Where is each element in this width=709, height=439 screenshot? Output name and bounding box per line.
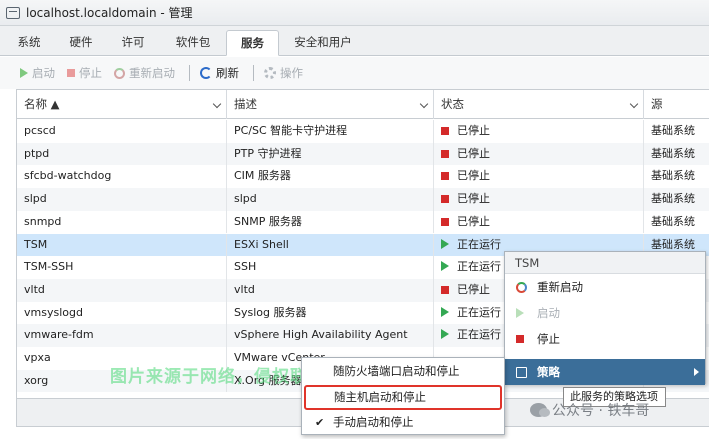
- cell-status: 已停止: [434, 210, 644, 234]
- toolbar-separator: [189, 65, 190, 81]
- menu-item-restart[interactable]: 重新启动: [505, 274, 705, 300]
- column-header-status[interactable]: 状态: [434, 90, 644, 119]
- context-menu-header: TSM: [505, 252, 705, 274]
- policy-icon: [516, 367, 527, 378]
- tab-bar: 系统 硬件 许可 软件包 服务 安全和用户: [0, 26, 709, 56]
- table-row[interactable]: snmpd SNMP 服务器 已停止 基础系统: [17, 210, 709, 234]
- table-header: 名称 ▲ 描述 状态 源: [17, 90, 709, 119]
- cell-status: 已停止: [434, 165, 644, 189]
- cell-source: 基础系统: [651, 169, 695, 183]
- menu-item-policy[interactable]: 策略: [505, 359, 705, 385]
- toolbar-separator: [253, 65, 254, 81]
- cell-name: snmpd: [17, 210, 227, 234]
- host-icon: [6, 6, 20, 19]
- actions-button[interactable]: 操作: [264, 65, 303, 81]
- title-bar: localhost.localdomain - 管理: [0, 0, 709, 26]
- table-row[interactable]: pcscd PC/SC 智能卡守护进程 已停止 基础系统: [17, 120, 709, 143]
- stop-icon: [67, 69, 75, 77]
- table-row[interactable]: slpd slpd 已停止 基础系统: [17, 188, 709, 211]
- column-header-name[interactable]: 名称 ▲: [17, 90, 227, 119]
- cell-description: SNMP 服务器: [227, 210, 434, 234]
- cell-description: vltd: [227, 278, 434, 302]
- play-icon: [516, 308, 524, 318]
- cell-name: slpd: [17, 188, 227, 211]
- table-row[interactable]: sfcbd-watchdog CIM 服务器 已停止 基础系统: [17, 165, 709, 189]
- cell-name: ptpd: [17, 142, 227, 166]
- menu-item-start[interactable]: 启动: [505, 300, 705, 326]
- chevron-down-icon[interactable]: [629, 99, 639, 109]
- wechat-watermark: 公众号 · 铁车哥: [530, 400, 649, 420]
- cell-source: 基础系统: [651, 146, 695, 160]
- tab-hardware[interactable]: 硬件: [60, 30, 102, 56]
- refresh-button[interactable]: 刷新: [200, 65, 239, 81]
- policy-option-host[interactable]: 随主机启动和停止: [304, 385, 502, 410]
- context-menu: TSM 重新启动 启动 停止 策略: [504, 251, 706, 385]
- stopped-icon: [441, 285, 449, 294]
- cell-name: pcscd: [17, 120, 227, 143]
- cell-description: slpd: [227, 188, 434, 211]
- stopped-icon: [441, 195, 449, 204]
- cell-status: 已停止: [434, 188, 644, 211]
- window-title: localhost.localdomain - 管理: [26, 6, 193, 20]
- restart-icon: [114, 67, 125, 79]
- cell-description: Syslog 服务器: [227, 301, 434, 325]
- cell-source: 基础系统: [651, 214, 695, 228]
- policy-submenu: 随防火墙端口启动和停止 随主机启动和停止 ✔ 手动启动和停止: [301, 357, 505, 435]
- cell-description: SSH: [227, 256, 434, 279]
- stop-icon: [516, 335, 524, 343]
- policy-option-manual[interactable]: ✔ 手动启动和停止: [302, 410, 504, 435]
- cell-status: 已停止: [434, 120, 644, 143]
- stopped-icon: [441, 172, 449, 181]
- cell-description: PTP 守护进程: [227, 142, 434, 166]
- tab-license[interactable]: 许可: [112, 30, 154, 56]
- cell-description: CIM 服务器: [227, 165, 434, 189]
- tab-packages[interactable]: 软件包: [166, 30, 220, 56]
- refresh-icon: [200, 67, 212, 79]
- wechat-icon: [530, 403, 550, 417]
- cell-name: vmware-fdm: [17, 324, 227, 347]
- restart-icon: [516, 282, 527, 293]
- running-icon: [441, 261, 449, 272]
- cell-name: TSM: [17, 233, 227, 257]
- tab-services[interactable]: 服务: [226, 30, 279, 56]
- stopped-icon: [441, 217, 449, 226]
- cell-name: sfcbd-watchdog: [17, 165, 227, 189]
- start-button[interactable]: 启动: [20, 65, 55, 81]
- chevron-down-icon[interactable]: [419, 99, 429, 109]
- cell-name: TSM-SSH: [17, 256, 227, 279]
- cell-name: vmsyslogd: [17, 301, 227, 325]
- cell-description: PC/SC 智能卡守护进程: [227, 120, 434, 143]
- cell-name: vltd: [17, 278, 227, 302]
- tab-security-users[interactable]: 安全和用户: [288, 30, 358, 56]
- running-icon: [441, 329, 449, 340]
- checkmark-icon: ✔: [315, 416, 325, 429]
- cell-status: 已停止: [434, 142, 644, 166]
- running-icon: [441, 306, 449, 317]
- policy-option-firewall[interactable]: 随防火墙端口启动和停止: [302, 359, 504, 384]
- column-header-description[interactable]: 描述: [227, 90, 434, 119]
- chevron-down-icon[interactable]: [212, 99, 222, 109]
- cell-name: vpxa: [17, 347, 227, 370]
- cell-source: 基础系统: [651, 124, 695, 137]
- play-icon: [20, 68, 28, 78]
- cell-description: ESXi Shell: [227, 233, 434, 257]
- stopped-icon: [441, 127, 449, 135]
- running-icon: [441, 238, 449, 249]
- cell-description: vSphere High Availability Agent: [227, 324, 434, 347]
- toolbar: 启动 停止 重新启动 刷新 操作: [0, 57, 709, 89]
- gear-icon: [264, 67, 276, 79]
- tab-system[interactable]: 系统: [8, 30, 50, 56]
- restart-button[interactable]: 重新启动: [114, 65, 175, 81]
- menu-item-stop[interactable]: 停止: [505, 326, 705, 352]
- cell-name: xorg: [17, 369, 227, 393]
- column-header-source[interactable]: 源: [644, 90, 709, 119]
- submenu-arrow-icon: [694, 368, 699, 376]
- table-row[interactable]: ptpd PTP 守护进程 已停止 基础系统: [17, 142, 709, 166]
- cell-source: 基础系统: [651, 192, 695, 206]
- stop-button[interactable]: 停止: [67, 65, 102, 81]
- stopped-icon: [441, 149, 449, 158]
